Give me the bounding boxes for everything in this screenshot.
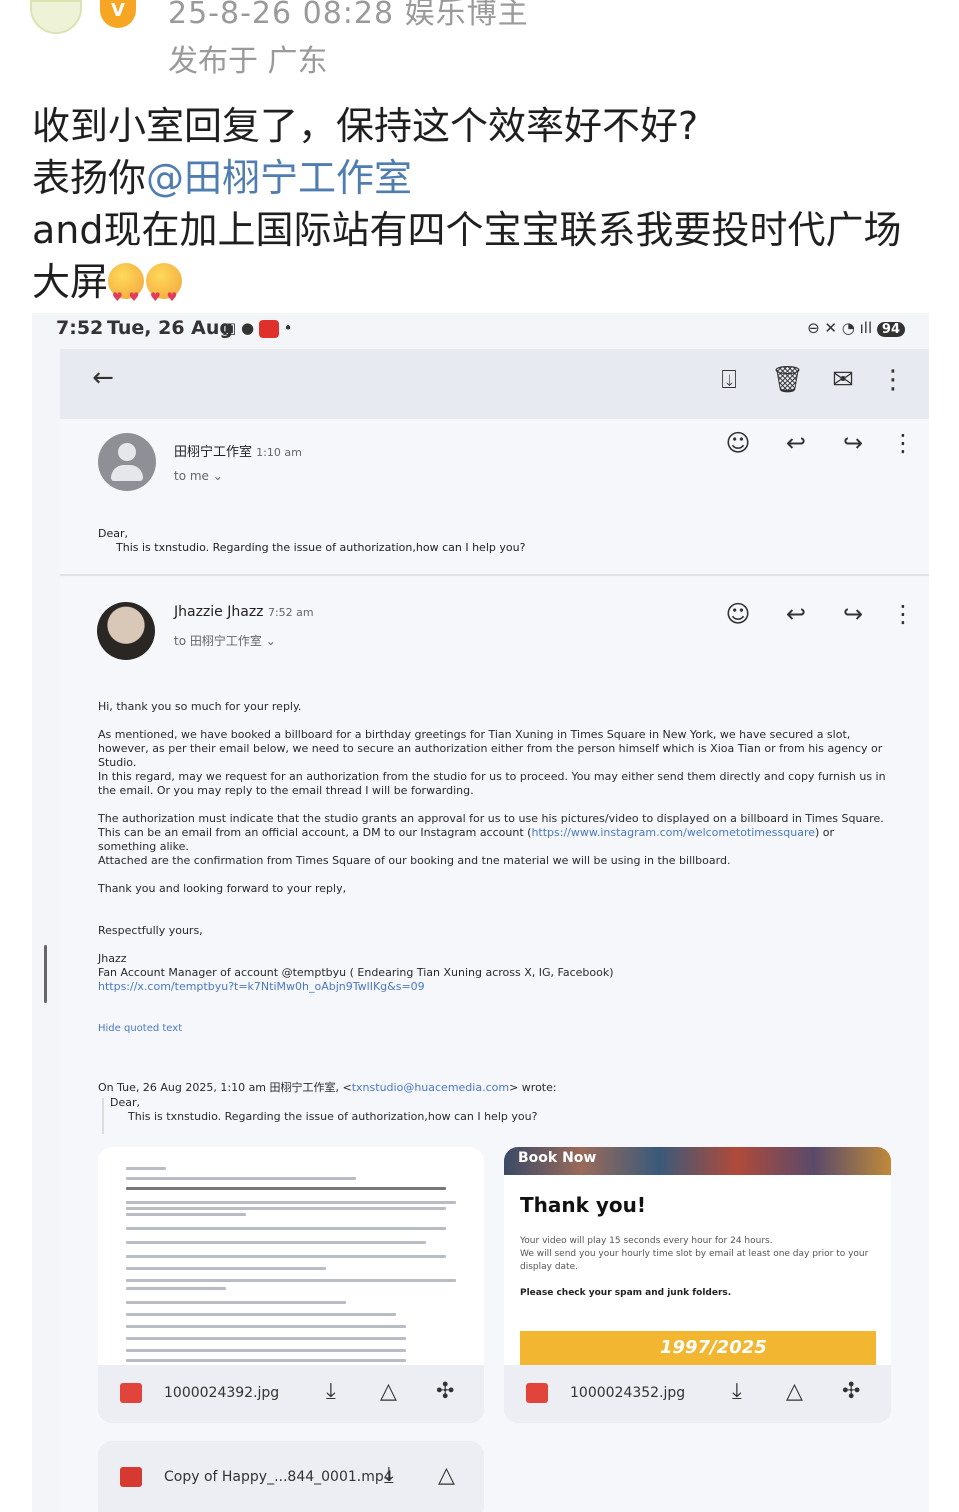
signature-title: Fan Account Manager of account @temptbyu… [98,966,614,979]
reply-icon[interactable]: ↩ [781,429,811,457]
paragraph: Thank you and looking forward to your re… [98,882,347,895]
avatar[interactable] [97,602,155,660]
more-vert-icon[interactable]: ⋮ [888,429,918,457]
download-icon[interactable]: ⤓ [384,1463,394,1488]
add-to-photos-icon[interactable]: ✣ [842,1379,860,1404]
drive-icon[interactable]: △ [380,1379,397,1404]
paragraph: In this regard, may we request for an au… [98,770,886,797]
message-2-sender: Jhazzie Jhazz 7:52 am [174,604,314,620]
signature-name: Jhazz [98,952,127,965]
battery-icon: 94 [876,322,905,337]
attachment-bar: 1000024352.jpg ⤓ △ ✣ [504,1365,891,1423]
attachment-card[interactable]: Book Now Thank you! Your video will play… [504,1147,891,1423]
email-toolbar: ← ⍗ 🗑 ✉ ⋮ [60,349,929,419]
quote-bar [102,1098,104,1134]
archive-icon[interactable]: ⍗ [714,365,744,396]
paragraph: The authorization must indicate that the… [98,812,884,853]
forward-icon[interactable]: ↪ [838,600,868,628]
email-link[interactable]: txnstudio@huacemedia.com [352,1081,509,1094]
paragraph: As mentioned, we have booked a billboard… [98,728,883,769]
message-1-sender: 田栩宁工作室 1:10 am [174,445,302,460]
heart-eyes-emoji-icon [108,263,145,323]
download-icon[interactable]: ⤓ [732,1379,742,1404]
status-bar: 7:52 Tue, 26 Aug ▣ ● • ⊖ ✕ ◔ ıll 94 [32,313,929,345]
back-arrow-icon[interactable]: ← [88,363,118,393]
signature-link[interactable]: https://x.com/temptbyu?t=k7NtiMw0h_oAbjn… [98,980,888,994]
status-date: Tue, 26 Aug [107,317,234,339]
message-1-time: 1:10 am [256,446,302,459]
paragraph: Attached are the confirmation from Times… [98,854,731,867]
post-meta: 25-8-26 08:28 娱乐博主 [168,0,529,31]
post-location: 发布于 广东 [168,44,328,79]
video-file-icon [120,1467,142,1487]
quote-body: This is txnstudio. Regarding the issue o… [128,1110,538,1123]
avatar[interactable] [30,0,82,34]
attachment-filename: 1000024352.jpg [570,1385,686,1401]
attachment-preview[interactable] [98,1147,484,1365]
post-line-1: 收到小室回复了，保持这个效率好不好? [32,104,699,148]
image-file-icon [526,1383,548,1403]
attachment-filename: Copy of Happy_...844_0001.mp4 [164,1469,393,1485]
status-time: 7:52 [56,317,104,339]
reply-icon[interactable]: ↩ [781,600,811,628]
post-line-3: and现在加上国际站有四个宝宝联系我要投时代广场 [32,208,902,252]
drive-icon[interactable]: △ [438,1463,455,1488]
emoji-react-icon[interactable]: ☺ [723,600,753,628]
app-badge-icon [258,319,279,338]
more-vert-icon[interactable]: ⋮ [878,365,908,395]
mention-link[interactable]: @田栩宁工作室 [146,156,412,200]
post-line-2: 表扬你@田栩宁工作室 [32,156,413,200]
hide-quoted-text-link[interactable]: Hide quoted text [98,1022,888,1036]
system-icons: ⊖ ✕ ◔ ıll 94 [807,319,905,337]
chevron-down-icon: ⌄ [265,634,276,648]
verified-badge-icon: V [100,0,136,28]
chevron-down-icon: ⌄ [212,469,223,483]
download-icon[interactable]: ⤓ [326,1379,336,1404]
notification-icons: ▣ ● • [222,319,293,338]
drive-icon[interactable]: △ [786,1379,803,1404]
post-header: V 25-8-26 08:28 娱乐博主 发布于 广东 [0,0,959,80]
recipient-toggle[interactable]: to 田栩宁工作室 ⌄ [174,632,276,649]
forward-icon[interactable]: ↪ [838,429,868,457]
times-square-banner: Book Now [504,1147,891,1175]
instagram-link[interactable]: https://www.instagram.com/welcometotimes… [531,826,815,839]
image-file-icon [120,1383,142,1403]
avatar-default-icon [98,433,156,491]
message-2: Jhazzie Jhazz 7:52 am to 田栩宁工作室 ⌄ ☺ ↩ ↪ … [60,578,929,1512]
paragraph: Hi, thank you so much for your reply. [98,700,302,713]
message-1[interactable]: 田栩宁工作室 1:10 am to me ⌄ ☺ ↩ ↪ ⋮ Dear, Thi… [60,419,929,574]
scrollbar[interactable] [44,945,47,1003]
more-vert-icon[interactable]: ⋮ [888,600,918,628]
post-text: 收到小室回复了，保持这个效率好不好? 表扬你@田栩宁工作室 and现在加上国际站… [32,100,937,323]
quote-header: On Tue, 26 Aug 2025, 1:10 am 田栩宁工作室, <tx… [98,1081,557,1094]
delete-icon[interactable]: 🗑 [771,365,804,395]
attachment-bar: Copy of Happy_...844_0001.mp4 ⤓ △ [98,1449,484,1507]
attachment-card[interactable]: Copy of Happy_...844_0001.mp4 ⤓ △ [98,1441,484,1512]
heart-eyes-emoji-icon [146,263,183,323]
divider [60,574,929,576]
attachment-card[interactable]: 1000024392.jpg ⤓ △ ✣ [98,1147,484,1423]
attachment-filename: 1000024392.jpg [164,1385,280,1401]
paragraph: Respectfully yours, [98,924,203,937]
message-1-greeting: Dear, [98,527,128,540]
email-screenshot: 7:52 Tue, 26 Aug ▣ ● • ⊖ ✕ ◔ ıll 94 ← ⍗ … [32,313,929,1512]
add-to-photos-icon[interactable]: ✣ [436,1379,454,1404]
thank-you-heading: Thank you! [520,1193,647,1217]
recipient-toggle[interactable]: to me ⌄ [174,469,223,483]
quote-greeting: Dear, [110,1096,140,1109]
mark-unread-icon[interactable]: ✉ [828,365,858,395]
post-line-4: 大屏 [32,256,937,323]
attachment-bar: 1000024392.jpg ⤓ △ ✣ [98,1365,484,1423]
message-1-body: This is txnstudio. Regarding the issue o… [116,541,526,554]
emoji-react-icon[interactable]: ☺ [723,429,753,457]
anniversary-strip: 1997/2025 [520,1331,876,1365]
attachment-preview[interactable]: Book Now Thank you! Your video will play… [504,1147,891,1365]
message-2-time: 7:52 am [267,606,314,619]
